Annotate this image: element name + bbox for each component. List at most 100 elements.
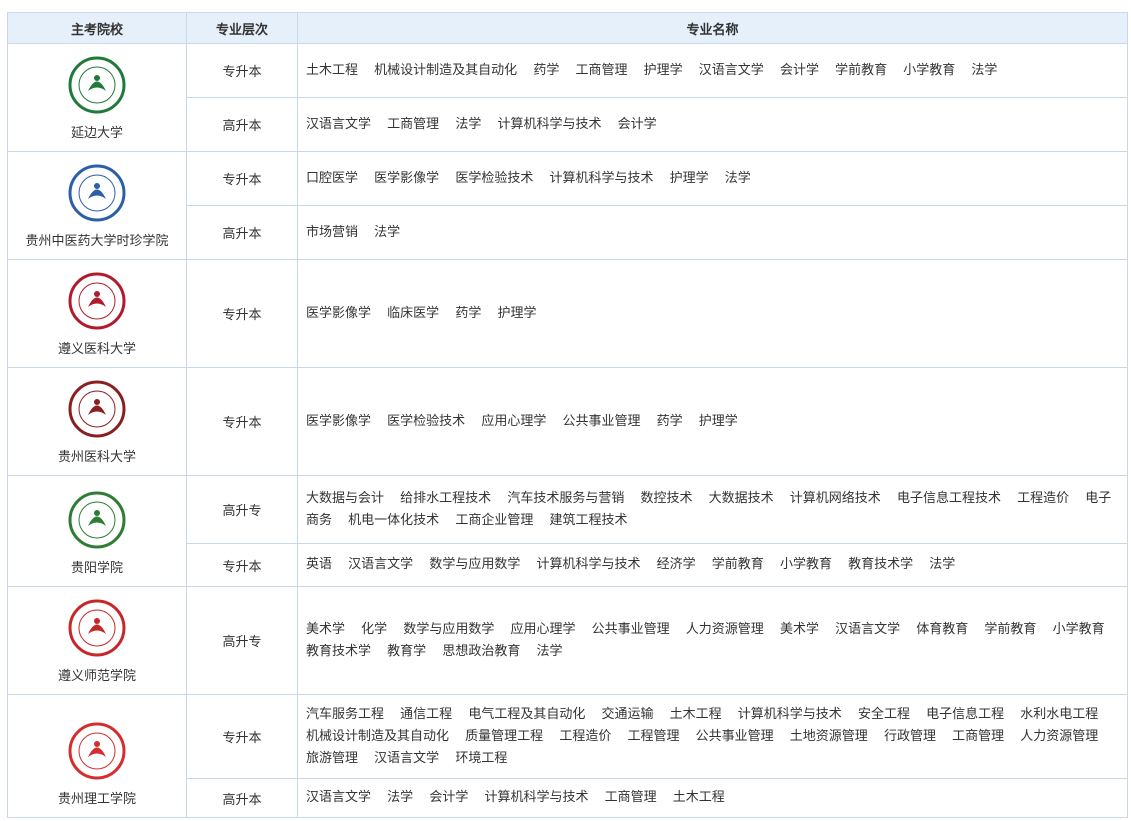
major-item: 工商管理 (952, 728, 1005, 744)
major-item: 电气工程及其自动化 (468, 706, 586, 722)
table-row: 遵义医科大学 专升本 医学影像学 临床医学 药学 护理学 (7, 259, 1128, 368)
major-item: 汉语言文学 (835, 621, 901, 637)
major-item: 会计学 (429, 790, 469, 805)
major-item: 汉语言文学 (374, 750, 440, 766)
major-item: 美术学 (306, 621, 346, 637)
major-item: 医学检验技术 (387, 413, 466, 429)
major-item: 口腔医学 (306, 170, 359, 186)
major-item: 行政管理 (883, 728, 936, 744)
major-item: 学前教育 (711, 557, 764, 572)
table-header-row: 主考院校 专业层次 专业名称 (7, 12, 1128, 44)
major-item: 美术学 (779, 621, 819, 637)
major-item: 英语 (306, 557, 333, 572)
major-item: 计算机网络技术 (789, 490, 881, 506)
level-cell: 专升本 (186, 367, 298, 476)
major-item: 小学教育 (779, 557, 832, 572)
major-item: 医学影像学 (374, 170, 440, 186)
major-item: 汉语言文学 (698, 62, 764, 78)
majors-cell: 大数据与会计 给排水工程技术 汽车技术服务与营销 数控技术 大数据技术 计算机网… (297, 475, 1128, 544)
major-item: 药学 (455, 305, 482, 321)
major-item: 体育教育 (916, 621, 969, 637)
major-item: 工程造价 (1017, 490, 1070, 506)
major-item: 安全工程 (857, 706, 910, 722)
major-item: 水利水电工程 (1020, 706, 1099, 722)
majors-cell: 医学影像学 临床医学 药学 护理学 (297, 259, 1128, 368)
major-item: 汉语言文学 (306, 790, 372, 805)
table-row: 贵阳学院 高升专 大数据与会计 给排水工程技术 汽车技术服务与营销 数控技术 大数据… (7, 475, 1128, 587)
level-cell: 高升专 (186, 475, 298, 544)
table-body: 延边大学 专升本 土木工程 机械设计制造及其自动化 药学 工商管理 护理学 汉语言文… (7, 43, 1128, 818)
major-item: 汉语言文学 (306, 116, 372, 132)
school-cell: 遵义师范学院 (7, 586, 187, 695)
major-item: 小学教育 (1052, 621, 1105, 637)
major-item: 质量管理工程 (465, 728, 544, 744)
level-cell: 专升本 (186, 259, 298, 368)
major-item: 工程管理 (627, 728, 680, 744)
level-cell: 高升专 (186, 586, 298, 695)
majors-cell: 汽车服务工程 通信工程 电气工程及其自动化 交通运输 土木工程 计算机科学与技术… (297, 694, 1128, 779)
major-item: 计算机科学与技术 (497, 116, 602, 132)
major-item: 机电一体化技术 (348, 512, 440, 528)
school-cell: 遵义医科大学 (7, 259, 187, 368)
majors-table: 主考院校 专业层次 专业名称 延边大学 专升本 土木工程 机械设计制造及其自动化 药… (7, 12, 1128, 818)
major-item: 机械设计制造及其自动化 (306, 728, 450, 744)
major-item: 人力资源管理 (1020, 728, 1099, 744)
table-row: 延边大学 专升本 土木工程 机械设计制造及其自动化 药学 工商管理 护理学 汉语言文… (7, 43, 1128, 152)
yanbian-university-logo (68, 56, 126, 114)
major-item: 电子信息工程技术 (896, 490, 1001, 506)
level-cell: 专升本 (186, 43, 298, 98)
major-item: 法学 (971, 62, 998, 78)
major-item: 汉语言文学 (348, 557, 414, 572)
school-name: 遵义医科大学 (57, 342, 136, 357)
level-cell: 专升本 (186, 543, 298, 587)
major-item: 大数据技术 (708, 490, 774, 506)
school-name: 贵州医科大学 (57, 450, 136, 465)
major-item: 计算机科学与技术 (484, 790, 589, 805)
major-item: 土木工程 (672, 790, 725, 805)
major-item: 数控技术 (640, 490, 693, 506)
majors-cell: 土木工程 机械设计制造及其自动化 药学 工商管理 护理学 汉语言文学 会计学 学… (297, 43, 1128, 98)
major-item: 学前教育 (835, 62, 888, 78)
major-item: 法学 (536, 643, 563, 659)
guizhou-tech-logo (68, 722, 126, 780)
major-item: 工商管理 (604, 790, 657, 805)
major-item: 法学 (374, 224, 401, 240)
majors-cell: 市场营销 法学 (297, 205, 1128, 260)
majors-cell: 口腔医学 医学影像学 医学检验技术 计算机科学与技术 护理学 法学 (297, 151, 1128, 206)
major-item: 通信工程 (400, 706, 453, 722)
major-item: 药学 (656, 413, 683, 429)
major-item: 数学与应用数学 (429, 557, 521, 572)
table-row: 贵州理工学院 专升本 汽车服务工程 通信工程 电气工程及其自动化 交通运输 土木工程… (7, 694, 1128, 818)
major-item: 给排水工程技术 (400, 490, 492, 506)
major-item: 公共事业管理 (695, 728, 774, 744)
school-cell: 贵州医科大学 (7, 367, 187, 476)
header-school: 主考院校 (7, 12, 187, 44)
major-item: 工商管理 (387, 116, 440, 132)
guiyang-university-logo (68, 491, 126, 549)
school-cell: 贵州中医药大学时珍学院 (7, 151, 187, 260)
major-item: 工商管理 (575, 62, 628, 78)
level-cell: 高升本 (186, 97, 298, 152)
major-item: 土木工程 (669, 706, 722, 722)
school-name: 遵义师范学院 (57, 669, 136, 684)
major-item: 经济学 (656, 557, 696, 572)
major-item: 化学 (361, 621, 388, 637)
school-name: 延边大学 (70, 126, 123, 141)
major-item: 教育技术学 (848, 557, 914, 572)
zunyi-normal-logo (68, 599, 126, 657)
school-name: 贵阳学院 (70, 561, 123, 576)
major-item: 电子信息工程 (926, 706, 1005, 722)
major-item: 数学与应用数学 (403, 621, 495, 637)
major-item: 建筑工程技术 (549, 512, 628, 528)
level-cell: 高升本 (186, 205, 298, 260)
major-item: 教育学 (387, 643, 427, 659)
school-cell: 贵阳学院 (7, 475, 187, 587)
header-major: 专业名称 (297, 12, 1128, 44)
major-item: 公共事业管理 (562, 413, 641, 429)
major-item: 计算机科学与技术 (549, 170, 654, 186)
major-item: 教育技术学 (306, 643, 372, 659)
major-item: 医学检验技术 (455, 170, 534, 186)
major-item: 汽车服务工程 (306, 706, 385, 722)
major-item: 市场营销 (306, 224, 359, 240)
school-cell: 延边大学 (7, 43, 187, 152)
